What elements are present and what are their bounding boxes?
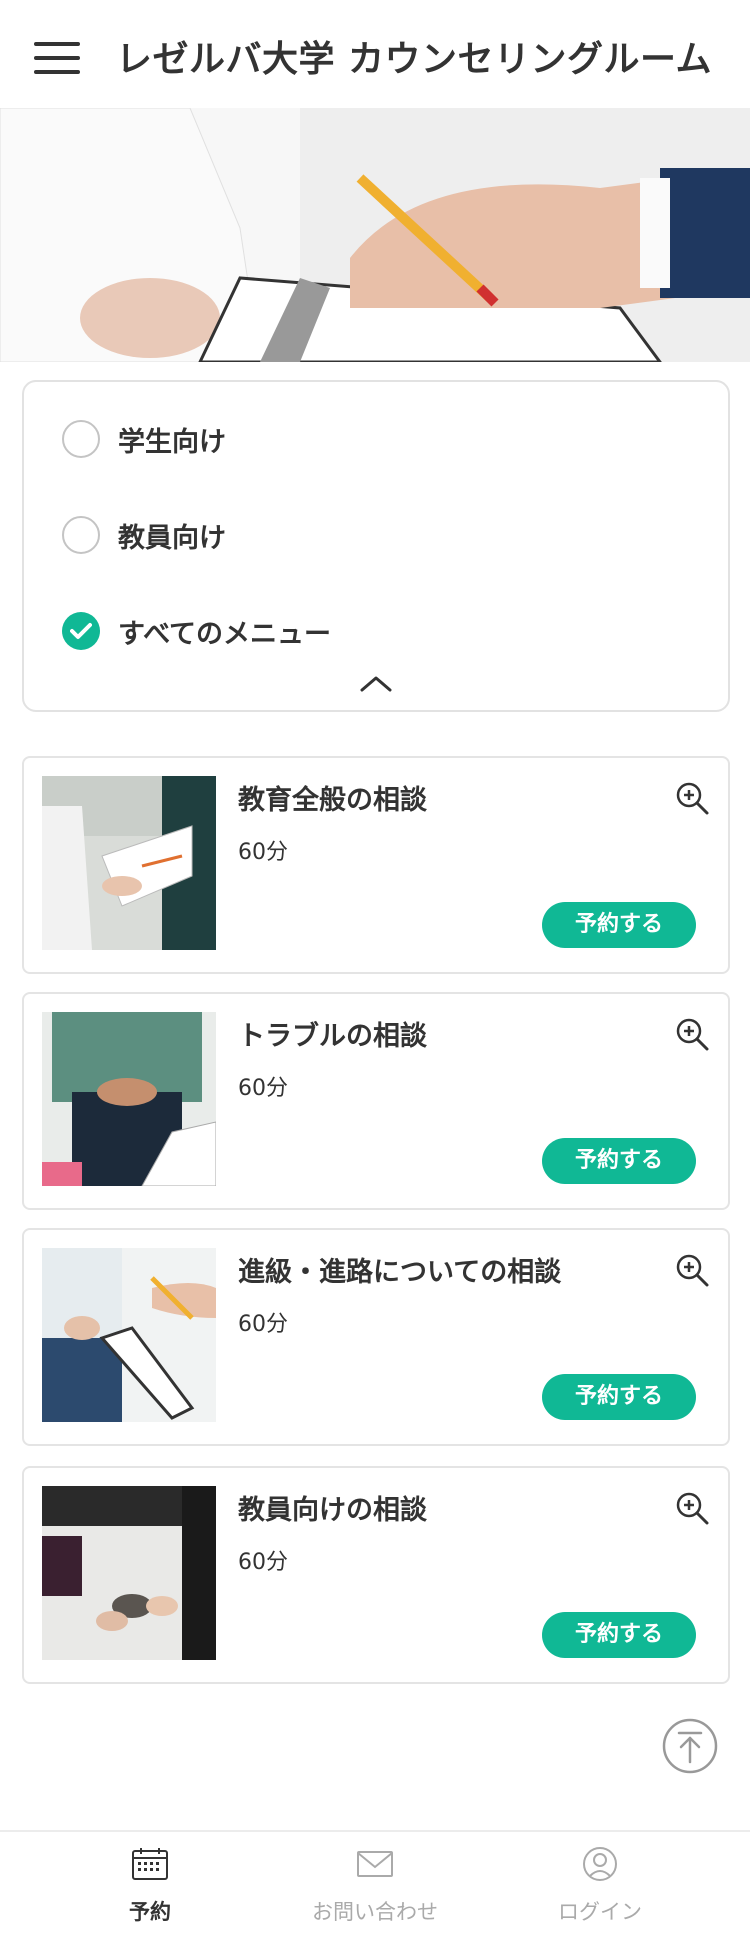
filter-option-students[interactable]: 学生向け <box>62 414 462 464</box>
menu-card: 教員向けの相談 60分 予約する <box>22 1466 730 1684</box>
nav-item-reservation[interactable]: 予約 <box>25 1832 275 1940</box>
menu-thumbnail-image <box>42 776 216 950</box>
nav-label: 予約 <box>129 1900 171 1924</box>
reserve-button[interactable]: 予約する <box>542 1138 696 1184</box>
menu-title: 教員向けの相談 <box>238 1495 427 1526</box>
filter-option-all-menus[interactable]: すべてのメニュー <box>62 606 462 656</box>
nav-label: ログイン <box>558 1900 642 1924</box>
zoom-in-icon[interactable] <box>674 1252 710 1288</box>
radio-unchecked-icon <box>62 420 100 458</box>
menu-duration: 60分 <box>238 1550 288 1575</box>
zoom-in-icon[interactable] <box>674 780 710 816</box>
chevron-up-icon[interactable] <box>352 672 400 696</box>
menu-card: トラブルの相談 60分 予約する <box>22 992 730 1210</box>
reserve-button[interactable]: 予約する <box>542 1612 696 1658</box>
radio-checked-icon <box>62 612 100 650</box>
menu-card: 進級・進路についての相談 60分 予約する <box>22 1228 730 1446</box>
reserve-button[interactable]: 予約する <box>542 902 696 948</box>
app-header: レゼルバ大学 カウンセリングルーム <box>0 0 750 108</box>
menu-card: 教育全般の相談 60分 予約する <box>22 756 730 974</box>
menu-thumbnail-image <box>42 1486 216 1660</box>
menu-duration: 60分 <box>238 1076 288 1101</box>
filter-card: 学生向け 教員向け すべてのメニュー <box>22 380 730 712</box>
filter-option-label: すべてのメニュー <box>118 619 332 650</box>
menu-title: 進級・進路についての相談 <box>238 1257 562 1288</box>
user-icon <box>580 1846 620 1882</box>
nav-item-login[interactable]: ログイン <box>475 1832 725 1940</box>
menu-thumbnail-image <box>42 1248 216 1422</box>
scroll-to-top-icon[interactable] <box>662 1718 718 1774</box>
reserve-button[interactable]: 予約する <box>542 1374 696 1420</box>
filter-option-label: 教員向け <box>118 523 226 554</box>
menu-title: 教育全般の相談 <box>238 785 427 816</box>
zoom-in-icon[interactable] <box>674 1490 710 1526</box>
filter-option-teachers[interactable]: 教員向け <box>62 510 462 560</box>
app-title: レゼルバ大学 カウンセリングルーム <box>116 39 712 80</box>
menu-title: トラブルの相談 <box>238 1021 427 1052</box>
menu-duration: 60分 <box>238 840 288 865</box>
menu-thumbnail-image <box>42 1012 216 1186</box>
hero-image <box>0 108 750 362</box>
nav-item-contact[interactable]: お問い合わせ <box>250 1832 500 1940</box>
zoom-in-icon[interactable] <box>674 1016 710 1052</box>
bottom-nav: 予約 お問い合わせ ログイン <box>0 1830 750 1940</box>
menu-duration: 60分 <box>238 1312 288 1337</box>
radio-unchecked-icon <box>62 516 100 554</box>
nav-label: お問い合わせ <box>312 1900 438 1924</box>
filter-option-label: 学生向け <box>118 427 226 458</box>
calendar-icon <box>130 1846 170 1882</box>
mail-icon <box>355 1846 395 1882</box>
hamburger-menu-icon[interactable] <box>34 40 80 76</box>
